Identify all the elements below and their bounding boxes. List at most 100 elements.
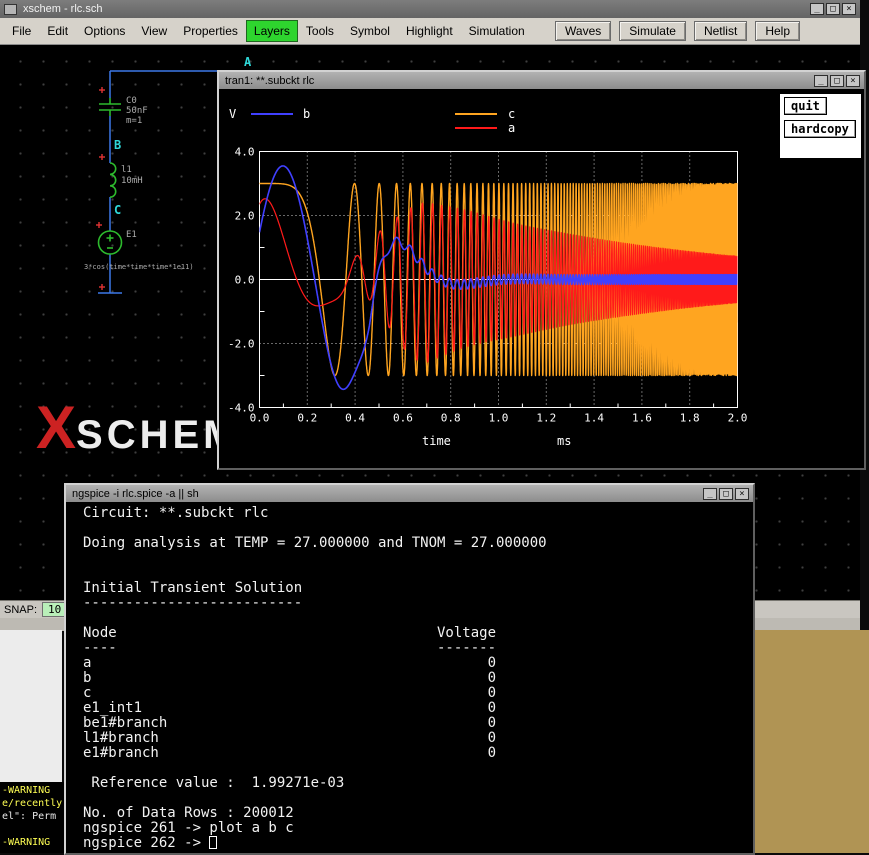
x-tick-label: 1.0 (489, 412, 509, 425)
warning-line (2, 823, 64, 836)
y-tick-label: -2.0 (228, 338, 255, 351)
terminal-line: e1#branch 0 (83, 746, 753, 761)
voltage-source-symbol[interactable] (99, 231, 122, 254)
terminal-line (83, 521, 753, 536)
menu-items: FileEditOptionsViewPropertiesLayersTools… (4, 20, 533, 42)
terminal-line: l1#branch 0 (83, 731, 753, 746)
terminal-line: ngspice 262 -> (83, 836, 753, 851)
x-tick-label: 0.8 (441, 412, 461, 425)
terminal-line (83, 791, 753, 806)
source-expression: 3*cos(time*time*time*1e11) (84, 263, 194, 271)
warning-line: -WARNING (2, 784, 64, 797)
menu-layers[interactable]: Layers (246, 20, 298, 42)
maximize-button[interactable]: □ (830, 75, 844, 87)
x-axis-label: time (422, 434, 451, 448)
warning-line: e/recently) (2, 797, 64, 810)
plot-window-title: tran1: **.subckt rlc (225, 75, 314, 87)
menu-file[interactable]: File (4, 20, 39, 42)
plot-window-titlebar[interactable]: tran1: **.subckt rlc _□× (219, 72, 864, 89)
x-tick-label: 0.6 (393, 412, 413, 425)
terminal-line: be1#branch 0 (83, 716, 753, 731)
menu-options[interactable]: Options (76, 20, 133, 42)
minimize-button[interactable]: _ (703, 488, 717, 500)
menu-edit[interactable]: Edit (39, 20, 76, 42)
menu-highlight[interactable]: Highlight (398, 20, 461, 42)
terminal-line (83, 761, 753, 776)
x-tick-label: 1.2 (536, 412, 556, 425)
y-tick-label: 0.0 (235, 274, 255, 287)
close-button[interactable]: × (842, 3, 856, 15)
terminal-line (83, 566, 753, 581)
xschem-menubar: FileEditOptionsViewPropertiesLayersTools… (0, 18, 860, 45)
close-button[interactable]: × (735, 488, 749, 500)
maximize-button[interactable]: □ (719, 488, 733, 500)
pin-marks (96, 87, 105, 290)
xschem-window-controls: _□× (810, 3, 856, 15)
capacitor-symbol[interactable] (99, 98, 121, 116)
x-tick-label: 0.4 (345, 412, 365, 425)
net-label-a[interactable]: A (244, 55, 252, 69)
xschem-logo: XSCHEM (36, 393, 240, 462)
hardcopy-button[interactable]: hardcopy (784, 120, 856, 138)
terminal-line: ngspice 261 -> plot a b c (83, 821, 753, 836)
x-tick-label: 1.8 (680, 412, 700, 425)
x-tick-label: 2.0 (728, 412, 748, 425)
terminal-window-controls: _□× (703, 488, 749, 500)
desktop: { "colors": { "menu_highlight": "#2ed52e… (0, 0, 869, 853)
maximize-button[interactable]: □ (826, 3, 840, 15)
x-tick-label: 1.4 (584, 412, 604, 425)
minimize-button[interactable]: _ (814, 75, 828, 87)
plot-side-panel: quit hardcopy (780, 94, 861, 158)
warning-line: -WARNING (2, 836, 64, 849)
capacitor-extra: m=1 (126, 116, 142, 126)
menu-simulation[interactable]: Simulation (461, 20, 533, 42)
terminal-line: -------------------------- (83, 596, 753, 611)
net-label-b[interactable]: B (114, 138, 121, 152)
legend-label-b: b (303, 107, 310, 121)
waves-button[interactable]: Waves (555, 21, 611, 41)
capacitor-value: 50nF (126, 106, 148, 116)
terminal-line: Initial Transient Solution (83, 581, 753, 596)
menu-view[interactable]: View (133, 20, 175, 42)
xschem-logo-x: X (36, 394, 76, 461)
background-window-tan (750, 630, 869, 853)
help-button[interactable]: Help (755, 21, 800, 41)
x-tick-label: 0.0 (250, 412, 270, 425)
minimize-button[interactable]: _ (810, 3, 824, 15)
menu-tools[interactable]: Tools (298, 20, 342, 42)
net-label-c[interactable]: C (114, 203, 121, 217)
background-window-panel (0, 630, 62, 782)
xschem-window-title: xschem - rlc.sch (23, 3, 102, 15)
plot-window-controls: _□× (814, 75, 860, 87)
close-button[interactable]: × (846, 75, 860, 87)
terminal-line: Doing analysis at TEMP = 27.000000 and T… (83, 536, 753, 551)
snap-label: SNAP: (4, 604, 37, 616)
menu-symbol[interactable]: Symbol (342, 20, 398, 42)
x-axis-unit: ms (557, 434, 571, 448)
netlist-button[interactable]: Netlist (694, 21, 747, 41)
terminal-line (83, 611, 753, 626)
x-tick-label: 0.2 (297, 412, 317, 425)
terminal-line: a 0 (83, 656, 753, 671)
window-menu-icon[interactable] (4, 4, 17, 15)
quit-button[interactable]: quit (784, 97, 827, 115)
terminal-line: c 0 (83, 686, 753, 701)
terminal-line: Reference value : 1.99271e-03 (83, 776, 753, 791)
terminal-line: Circuit: **.subckt rlc (83, 506, 753, 521)
simulate-button[interactable]: Simulate (619, 21, 686, 41)
xschem-logo-text: SCHEM (76, 413, 240, 457)
terminal-cursor (209, 836, 217, 849)
menu-properties[interactable]: Properties (175, 20, 246, 42)
terminal-window: ngspice -i rlc.spice -a || sh _□× Circui… (64, 483, 755, 855)
inductor-value: 10mH (121, 176, 143, 186)
terminal-line: b 0 (83, 671, 753, 686)
xschem-titlebar[interactable]: xschem - rlc.sch _□× (0, 0, 860, 18)
terminal-content[interactable]: Circuit: **.subckt rlc Doing analysis at … (66, 502, 753, 853)
terminal-line: ---- ------- (83, 641, 753, 656)
waveform-plot: 4.02.00.0-2.0-4.00.00.20.40.60.81.01.21.… (219, 89, 864, 468)
terminal-line: e1_int1 0 (83, 701, 753, 716)
terminal-titlebar[interactable]: ngspice -i rlc.spice -a || sh _□× (66, 485, 753, 502)
capacitor-ref: C0 (126, 96, 137, 106)
inductor-symbol[interactable] (110, 163, 116, 197)
terminal-title: ngspice -i rlc.spice -a || sh (72, 488, 199, 500)
